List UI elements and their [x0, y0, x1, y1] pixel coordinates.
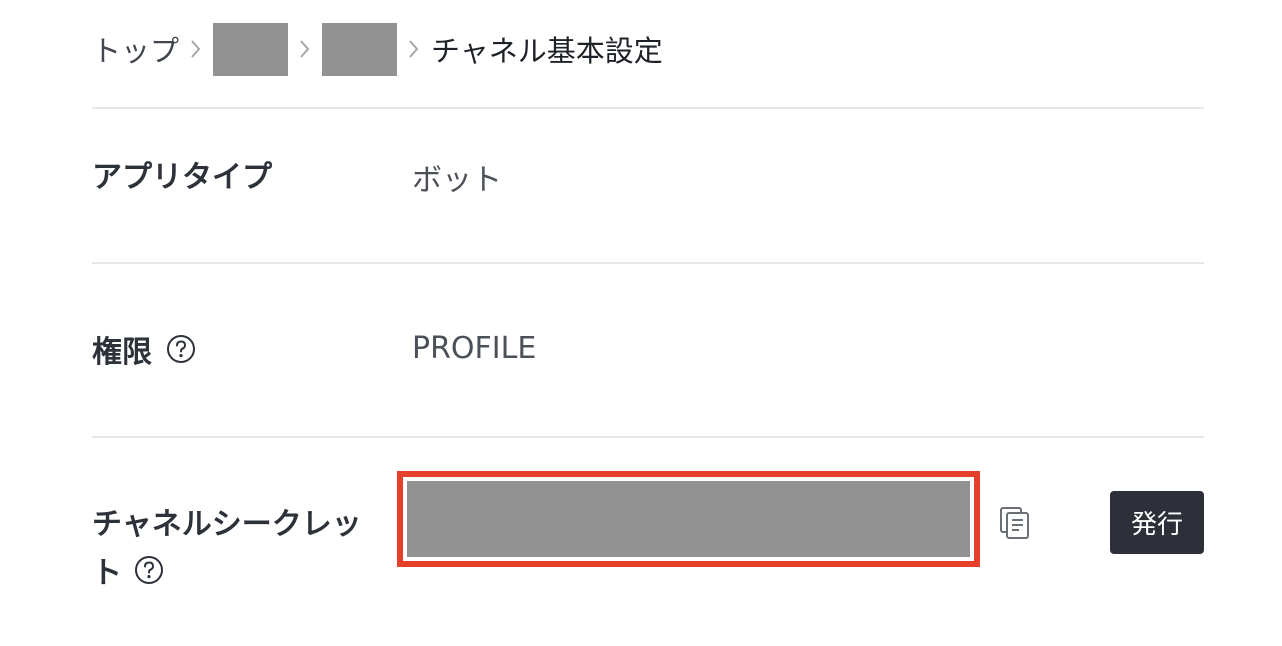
- app-type-label: アプリタイプ: [92, 155, 272, 195]
- help-icon[interactable]: [134, 555, 164, 585]
- copy-icon[interactable]: [998, 505, 1032, 541]
- issue-button[interactable]: 発行: [1110, 491, 1204, 554]
- channel-secret-label-text: チャネルシークレッ: [92, 507, 362, 542]
- channel-secret-redacted-value[interactable]: [407, 481, 970, 557]
- channel-secret-highlight: [397, 471, 980, 567]
- channel-secret-label-line2: ト: [92, 550, 164, 591]
- breadcrumb-redacted-item-2[interactable]: [322, 22, 398, 76]
- channel-secret-label-text-end: ト: [92, 556, 122, 591]
- chevron-right-icon: [189, 38, 203, 60]
- breadcrumb-top-link[interactable]: トップ: [92, 28, 179, 70]
- app-type-value: ボット: [412, 163, 502, 198]
- permissions-label: 権限: [92, 330, 196, 370]
- breadcrumb-redacted-item-1[interactable]: [213, 22, 289, 76]
- breadcrumb: トップ チャネル基本設定: [92, 22, 663, 76]
- chevron-right-icon: [298, 38, 312, 60]
- breadcrumb-current: チャネル基本設定: [431, 34, 663, 68]
- divider: [92, 107, 1204, 109]
- app-type-label-text: アプリタイプ: [92, 160, 272, 195]
- divider: [92, 262, 1204, 264]
- permissions-label-text: 権限: [92, 335, 152, 370]
- permissions-value: PROFILE: [412, 331, 537, 366]
- chevron-right-icon: [407, 38, 421, 60]
- help-icon[interactable]: [166, 334, 196, 364]
- channel-secret-label-line1: チャネルシークレッ: [92, 501, 362, 542]
- divider: [92, 436, 1204, 438]
